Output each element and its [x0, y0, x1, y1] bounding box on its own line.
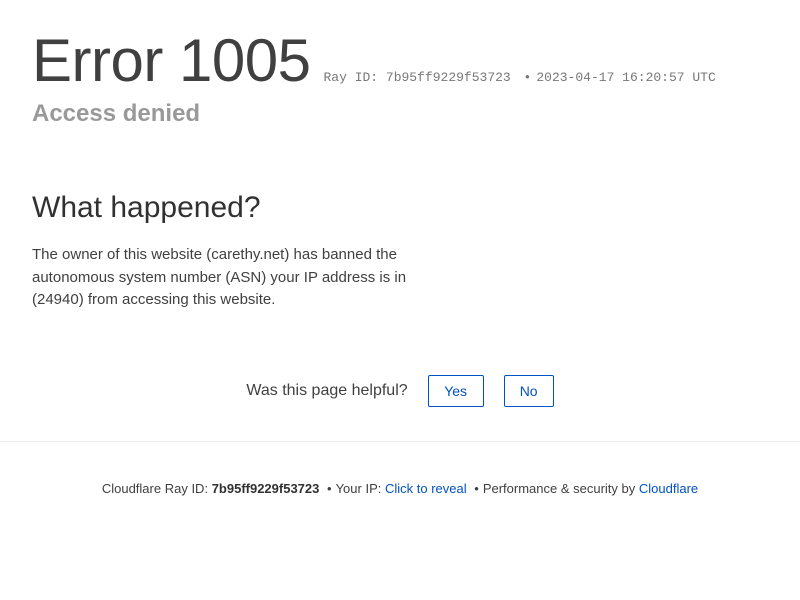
ray-id-value: 7b95ff9229f53723 [385, 70, 511, 85]
yes-button[interactable]: Yes [427, 375, 484, 407]
section-heading: What happened? [32, 191, 261, 224]
error-header: Error 1005 Ray ID: 7b95ff9229f53723 • 202… [32, 26, 772, 127]
error-subtitle: Access denied [32, 100, 201, 127]
footer: Cloudflare Ray ID: 7b95ff9229f53723 • You… [0, 481, 800, 496]
error-page: Error 1005 Ray ID: 7b95ff9229f53723 • 202… [0, 0, 800, 600]
no-button[interactable]: No [503, 375, 554, 407]
title-row: Error 1005 Ray ID: 7b95ff9229f53723 • 202… [32, 26, 772, 96]
feedback-bar: Was this page helpful? Yes No [0, 375, 800, 407]
feedback-question: Was this page helpful? [246, 382, 408, 399]
what-happened-section: What happened? The owner of this website… [32, 190, 422, 312]
divider [0, 441, 800, 442]
footer-ip-label: Your IP: [335, 481, 382, 496]
reveal-ip-link[interactable]: Click to reveal [385, 481, 467, 496]
footer-perf-text: Performance & security by [482, 481, 636, 496]
footer-ray-id: 7b95ff9229f53723 [211, 481, 320, 496]
error-title: Error 1005 [32, 27, 311, 94]
ray-meta: Ray ID: 7b95ff9229f53723 • 2023-04-17 16:… [323, 70, 715, 85]
section-description: The owner of this website (carethy.net) … [32, 246, 407, 308]
ray-id-label: Ray ID: [323, 70, 379, 85]
footer-bullet-1: • [327, 481, 332, 496]
cloudflare-link[interactable]: Cloudflare [639, 481, 698, 496]
header-bullet: • [523, 70, 532, 85]
timestamp: 2023-04-17 16:20:57 UTC [536, 70, 716, 85]
footer-bullet-2: • [474, 481, 479, 496]
footer-ray-prefix: Cloudflare Ray ID: [101, 481, 209, 496]
